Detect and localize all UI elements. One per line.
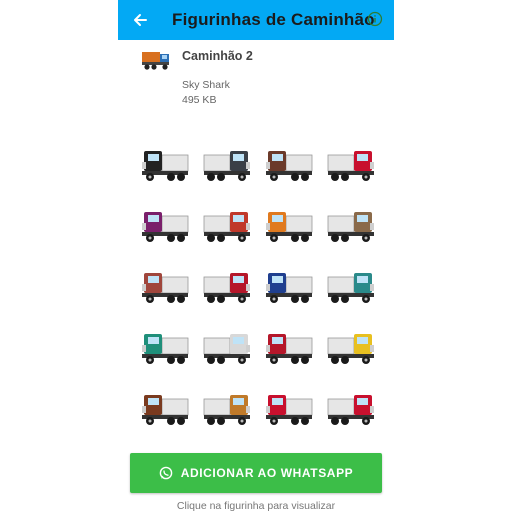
sticker-item[interactable] xyxy=(320,378,382,439)
arrow-left-icon xyxy=(134,14,147,26)
truck-icon xyxy=(203,272,250,303)
add-button-label: ADICIONAR AO WHATSAPP xyxy=(180,466,354,480)
sticker-item[interactable] xyxy=(134,317,196,378)
truck-icon xyxy=(203,211,250,242)
info-button[interactable] xyxy=(366,10,384,28)
pack-name: Caminhão 2 xyxy=(182,49,253,63)
sticker-item[interactable] xyxy=(258,378,320,439)
whatsapp-icon xyxy=(159,466,172,480)
info-icon xyxy=(367,11,383,27)
truck-icon xyxy=(142,394,189,425)
truck-icon xyxy=(142,211,189,242)
truck-icon xyxy=(142,272,189,303)
sticker-item[interactable] xyxy=(196,195,258,256)
sticker-item[interactable] xyxy=(258,134,320,195)
sticker-item[interactable] xyxy=(196,378,258,439)
truck-icon xyxy=(266,211,313,242)
sticker-item[interactable] xyxy=(320,195,382,256)
sticker-grid xyxy=(134,134,382,434)
sticker-item[interactable] xyxy=(258,195,320,256)
pack-tray-icon xyxy=(142,52,169,70)
sticker-item[interactable] xyxy=(134,256,196,317)
sticker-item[interactable] xyxy=(134,134,196,195)
hint-text: Clique na figurinha para visualizar xyxy=(176,500,336,512)
back-button[interactable] xyxy=(128,8,152,32)
sticker-item[interactable] xyxy=(320,256,382,317)
sticker-item[interactable] xyxy=(258,317,320,378)
truck-icon xyxy=(266,272,313,303)
truck-icon xyxy=(142,333,189,364)
truck-icon xyxy=(327,150,374,181)
sticker-item[interactable] xyxy=(134,378,196,439)
pack-author: Sky Shark xyxy=(182,79,230,91)
app-bar: Figurinhas de Caminhão xyxy=(118,0,394,40)
truck-icon xyxy=(327,272,374,303)
truck-icon xyxy=(266,150,313,181)
truck-icon xyxy=(266,333,313,364)
add-to-whatsapp-button[interactable]: ADICIONAR AO WHATSAPP xyxy=(130,453,382,493)
sticker-item[interactable] xyxy=(196,317,258,378)
truck-icon xyxy=(266,394,313,425)
sticker-item[interactable] xyxy=(320,134,382,195)
sticker-item[interactable] xyxy=(134,195,196,256)
truck-icon xyxy=(203,333,250,364)
truck-icon xyxy=(327,394,374,425)
sticker-pack-screen: Figurinhas de Caminhão Caminhão 2 Sky Sh… xyxy=(118,0,394,512)
sticker-item[interactable] xyxy=(196,134,258,195)
truck-icon xyxy=(203,394,250,425)
truck-icon xyxy=(327,211,374,242)
truck-icon xyxy=(203,150,250,181)
truck-icon xyxy=(327,333,374,364)
page-title: Figurinhas de Caminhão xyxy=(172,10,375,29)
sticker-item[interactable] xyxy=(196,256,258,317)
sticker-item[interactable] xyxy=(258,256,320,317)
sticker-item[interactable] xyxy=(320,317,382,378)
pack-size: 495 KB xyxy=(182,94,217,106)
truck-icon xyxy=(142,150,189,181)
